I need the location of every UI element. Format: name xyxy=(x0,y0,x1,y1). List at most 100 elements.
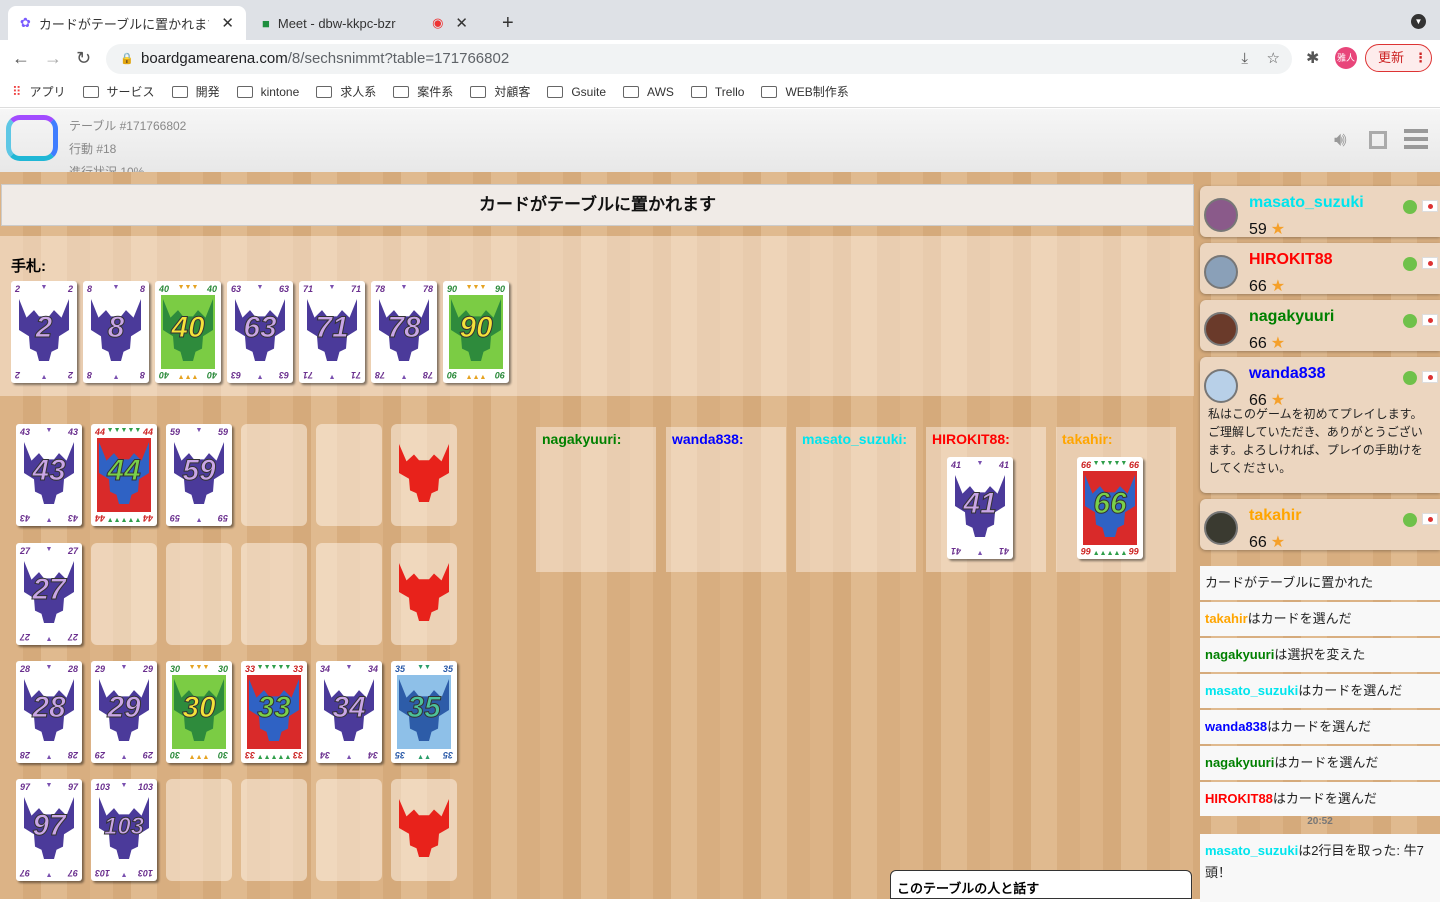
log-timestamp: 20:52 xyxy=(1307,816,1333,827)
log-text: は選択を変えた xyxy=(1274,647,1366,662)
player-name[interactable]: nagakyuuri xyxy=(1249,308,1334,326)
player-name[interactable]: takahir xyxy=(1249,507,1301,525)
log-player-name[interactable]: nagakyuuri xyxy=(1205,647,1274,662)
card[interactable]: 44 44 44 44 ▼▼▼▼▼ ▼▼▼▼▼ 44 xyxy=(91,424,157,526)
japan-flag-icon xyxy=(1422,257,1438,269)
sound-icon[interactable]: 🔊︎ xyxy=(1334,129,1347,152)
log-player-name[interactable]: HIROKIT88 xyxy=(1205,791,1273,806)
card[interactable]: 103 103 103 103 ▼ ▼ 103 xyxy=(91,779,157,881)
card-value: 59 xyxy=(182,454,216,488)
player-name[interactable]: masato_suzuki xyxy=(1249,194,1364,212)
online-status-icon xyxy=(1403,314,1417,328)
log-player-name[interactable]: wanda838 xyxy=(1205,719,1267,734)
log-text: カードがテーブルに置かれた xyxy=(1205,575,1374,590)
bull-heads: ▼▼▼ xyxy=(188,753,210,760)
card[interactable]: 63 63 63 63 ▼ ▼ 63 xyxy=(227,281,293,383)
card[interactable]: 43 43 43 43 ▼ ▼ 43 xyxy=(16,424,82,526)
star-icon: ★ xyxy=(1270,278,1286,295)
log-player-name[interactable]: masato_suzuki xyxy=(1205,843,1298,858)
log-player-name[interactable]: nagakyuuri xyxy=(1205,755,1274,770)
bookmark-item[interactable]: Trello xyxy=(690,85,744,99)
star-icon: ★ xyxy=(1270,534,1286,551)
card[interactable]: 66 66 66 66 ▼▼▼▼▼ ▼▼▼▼▼ 66 xyxy=(1077,457,1143,559)
bookmark-item[interactable]: サービス xyxy=(82,83,155,100)
bull-heads: ▼ xyxy=(45,871,53,878)
forward-icon[interactable]: → xyxy=(44,48,62,69)
card[interactable]: 29 29 29 29 ▼ ▼ 29 xyxy=(91,661,157,763)
url-path: /8/sechsnimmt?table=171766802 xyxy=(287,50,510,67)
card[interactable]: 40 40 40 40 ▼▼▼ ▼▼▼ 40 xyxy=(155,281,221,383)
card[interactable]: 59 59 59 59 ▼ ▼ 59 xyxy=(166,424,232,526)
score-value: 66 xyxy=(1249,534,1267,551)
update-button[interactable]: 更新 ⋮ xyxy=(1365,44,1432,72)
score-value: 66 xyxy=(1249,335,1267,352)
player-panel[interactable]: takahir 66 ★ xyxy=(1200,499,1440,551)
profile-avatar[interactable]: 雅人 xyxy=(1335,47,1357,69)
score-value: 66 xyxy=(1249,278,1267,295)
card[interactable]: 35 35 35 35 ▼▼ ▼▼ 35 xyxy=(391,661,457,763)
bookmark-star-icon[interactable]: ☆ xyxy=(1267,44,1280,74)
card[interactable]: 30 30 30 30 ▼▼▼ ▼▼▼ 30 xyxy=(166,661,232,763)
bookmark-item[interactable]: 対顧客 xyxy=(470,83,530,100)
bookmark-label: サービス xyxy=(106,85,155,99)
bookmark-item[interactable]: WEB制作系 xyxy=(761,83,849,100)
bull-heads: ▼ xyxy=(345,753,353,760)
main-menu-icon[interactable] xyxy=(1404,129,1428,149)
card[interactable]: 33 33 33 33 ▼▼▼▼▼ ▼▼▼▼▼ 33 xyxy=(241,661,307,763)
empty-slot xyxy=(241,779,307,881)
bookmark-item[interactable]: 求人系 xyxy=(316,83,376,100)
url-input[interactable]: 🔒 boardgamearena.com/8/sechsnimmt?table=1… xyxy=(106,44,1292,74)
card[interactable]: 8 8 8 8 ▼ ▼ 8 xyxy=(83,281,149,383)
card[interactable]: 27 27 27 27 ▼ ▼ 27 xyxy=(16,543,82,645)
bookmark-item[interactable]: 案件系 xyxy=(393,83,453,100)
row-sixth-slot xyxy=(391,424,457,526)
card[interactable]: 78 78 78 78 ▼ ▼ 78 xyxy=(371,281,437,383)
card[interactable]: 34 34 34 34 ▼ ▼ 34 xyxy=(316,661,382,763)
close-tab-icon[interactable]: ✕ xyxy=(455,14,468,32)
install-icon[interactable]: ⤓ xyxy=(1241,44,1248,74)
card[interactable]: 41 41 41 41 ▼ ▼ 41 xyxy=(947,457,1013,559)
back-icon[interactable]: ← xyxy=(12,48,30,69)
card[interactable]: 2 2 2 2 ▼ ▼ 2 xyxy=(11,281,77,383)
extensions-icon[interactable]: ✱ xyxy=(1306,48,1319,68)
bull-heads: ▼ xyxy=(400,373,408,380)
bull-heads: ▼ xyxy=(195,427,203,434)
new-tab-button[interactable]: + xyxy=(490,6,526,40)
bookmark-item[interactable]: AWS xyxy=(623,85,674,99)
log-player-name[interactable]: takahir xyxy=(1205,611,1248,626)
star-icon: ★ xyxy=(1270,221,1286,238)
bookmark-item[interactable]: 開発 xyxy=(171,83,220,100)
fullscreen-icon[interactable] xyxy=(1369,131,1387,149)
player-panel[interactable]: masato_suzuki 59 ★ xyxy=(1200,186,1440,238)
card[interactable]: 90 90 90 90 ▼▼▼ ▼▼▼ 90 xyxy=(443,281,509,383)
tab-search-icon[interactable]: ▼ xyxy=(1411,14,1426,29)
card[interactable]: 97 97 97 97 ▼ ▼ 97 xyxy=(16,779,82,881)
card-value: 103 xyxy=(103,813,145,841)
online-status-icon xyxy=(1403,257,1417,271)
player-panel[interactable]: HIROKIT88 66 ★ xyxy=(1200,243,1440,295)
player-panel[interactable]: nagakyuuri 66 ★ xyxy=(1200,300,1440,352)
tab-bga[interactable]: ✿ カードがテーブルに置かれます • ニ ✕ xyxy=(8,6,246,40)
bookmark-item[interactable]: kintone xyxy=(236,85,299,99)
card[interactable]: 71 71 71 71 ▼ ▼ 71 xyxy=(299,281,365,383)
card-value: 44 xyxy=(107,454,141,488)
log-entry xyxy=(1200,890,1440,902)
bull-heads: ▼ xyxy=(256,284,264,291)
bull-heads: ▼ xyxy=(45,635,53,642)
played-card-slot: masato_suzuki: xyxy=(796,427,916,572)
player-panel[interactable]: wanda838 66 ★ 私はこのゲームを初めてプレイします。ご理解していただき、あ… xyxy=(1200,357,1440,493)
bookmark-item[interactable]: ⠿ アプリ xyxy=(12,83,66,100)
close-tab-icon[interactable]: ✕ xyxy=(221,14,234,32)
player-name[interactable]: HIROKIT88 xyxy=(1249,251,1333,269)
reload-icon[interactable]: ↻ xyxy=(76,48,91,69)
empty-slot xyxy=(166,543,232,645)
player-name[interactable]: wanda838 xyxy=(1249,365,1325,383)
chat-button[interactable]: このテーブルの人と話す xyxy=(890,870,1192,899)
bull-heads: ▼ xyxy=(120,753,128,760)
bull-heads: ▼ xyxy=(45,516,53,523)
bookmark-item[interactable]: Gsuite xyxy=(547,85,606,99)
log-player-name[interactable]: masato_suzuki xyxy=(1205,683,1298,698)
bull-heads: ▼ xyxy=(120,664,128,671)
card[interactable]: 28 28 28 28 ▼ ▼ 28 xyxy=(16,661,82,763)
tab-meet[interactable]: ■ Meet - dbw-kkpc-bzr ◉ ✕ xyxy=(250,6,480,40)
